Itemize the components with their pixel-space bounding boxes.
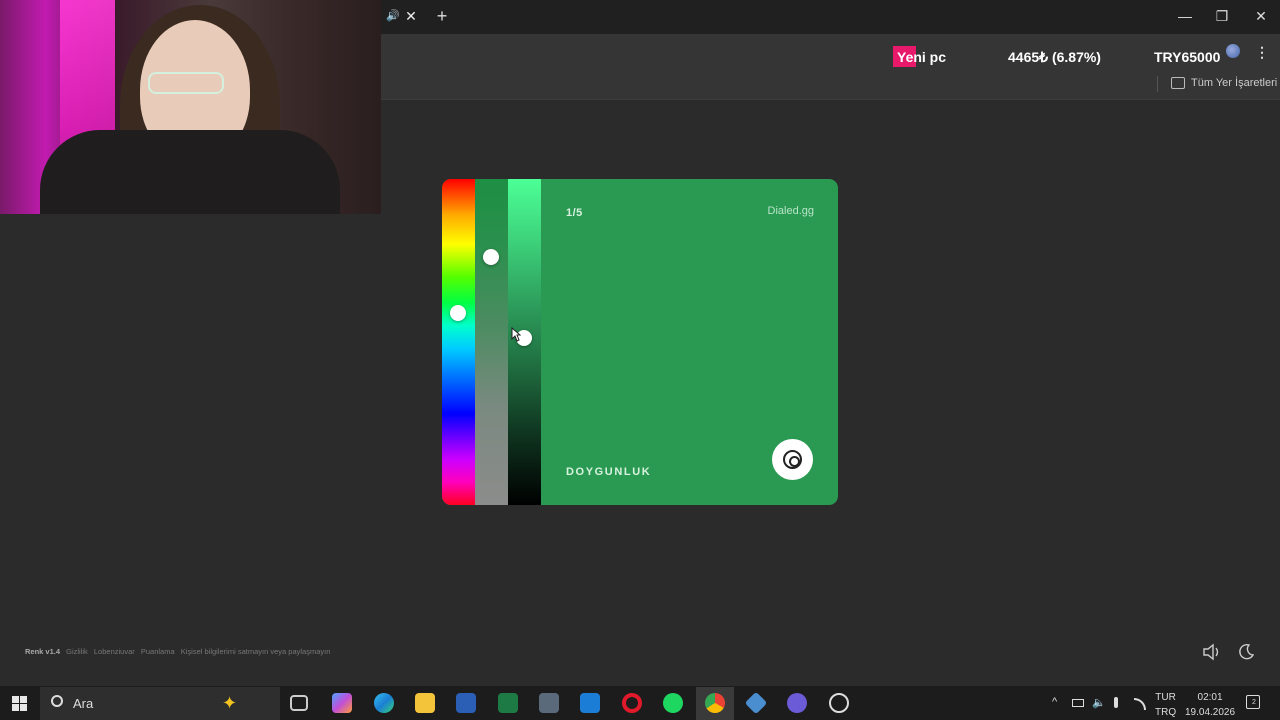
copilot-icon[interactable]: [332, 693, 352, 713]
footer-link[interactable]: Puanlama: [141, 647, 175, 656]
footer-link[interactable]: Lobenziuvar: [94, 647, 135, 656]
opera-icon[interactable]: [622, 693, 642, 713]
goal-label: Yeni pc: [897, 49, 947, 65]
tray-chevron-icon[interactable]: ^: [1052, 696, 1057, 708]
round-counter: 1/5: [566, 207, 583, 219]
search-icon: [51, 695, 63, 707]
word-icon[interactable]: [456, 693, 476, 713]
folder-icon[interactable]: [1171, 77, 1185, 89]
bookmarks-bar: [381, 67, 1280, 100]
spotify-icon[interactable]: [663, 693, 683, 713]
goal-target: TRY65000: [1154, 49, 1221, 65]
hue-knob[interactable]: [450, 305, 466, 321]
minimize-button[interactable]: —: [1175, 8, 1195, 26]
language-indicator[interactable]: TUR TRQ: [1155, 690, 1176, 720]
battery-icon[interactable]: [1072, 699, 1084, 707]
file-explorer-icon[interactable]: [415, 693, 435, 713]
version-label: Renk v1.4: [25, 647, 61, 656]
browser-menu-icon[interactable]: ⋮: [1255, 44, 1269, 62]
obs-icon[interactable]: [829, 693, 849, 713]
close-window-button[interactable]: ✕: [1251, 8, 1271, 26]
calculator-icon[interactable]: [539, 693, 559, 713]
saturation-knob[interactable]: [483, 249, 499, 265]
footer-link[interactable]: Kişisel bilgilerimi satmayın veya paylaş…: [181, 647, 331, 656]
footer-link[interactable]: Gizlilik: [66, 647, 88, 656]
sound-toggle-icon[interactable]: [1202, 643, 1222, 661]
tab-strip: [381, 0, 1280, 34]
mouse-cursor-icon: [511, 327, 521, 342]
windows-start-icon[interactable]: [12, 696, 27, 711]
chrome-icon[interactable]: [705, 693, 725, 713]
globe-icon: [1226, 44, 1240, 58]
speaker-icon[interactable]: 🔊: [386, 9, 400, 23]
store-icon[interactable]: [580, 693, 600, 713]
dark-mode-toggle-icon[interactable]: [1237, 643, 1255, 661]
edge-icon[interactable]: [374, 693, 394, 713]
copilot-sparkle-icon[interactable]: ✦: [222, 693, 237, 714]
discord-icon[interactable]: [787, 693, 807, 713]
footer: Renk v1.4 Gizlilik Lobenziuvar Puanlama …: [25, 647, 334, 656]
browser-toolbar: [381, 34, 1280, 67]
new-tab-button[interactable]: +: [434, 6, 450, 26]
microphone-icon[interactable]: [1114, 697, 1118, 708]
brand-label: Dialed.gg: [767, 205, 814, 217]
saturation-slider[interactable]: [475, 179, 508, 505]
notification-icon[interactable]: 2: [1246, 695, 1260, 709]
color-card: 1/5 Dialed.gg DOYGUNLUK: [442, 179, 838, 505]
all-bookmarks-link[interactable]: Tüm Yer İşaretleri: [1191, 77, 1277, 89]
webcam-feed: [0, 0, 381, 214]
excel-icon[interactable]: [498, 693, 518, 713]
glasses: [148, 72, 224, 94]
hoodie: [40, 130, 340, 214]
task-view-icon[interactable]: [290, 695, 308, 711]
clock[interactable]: 02:01 19.04.2026: [1185, 690, 1235, 720]
volume-icon[interactable]: 🔈: [1092, 696, 1106, 709]
submit-button[interactable]: [772, 439, 813, 480]
close-tab-icon[interactable]: ✕: [404, 8, 418, 24]
search-placeholder[interactable]: Ara: [73, 696, 93, 711]
restore-button[interactable]: ❐: [1212, 8, 1232, 26]
target-icon: [783, 450, 802, 469]
hue-slider[interactable]: [442, 179, 475, 505]
mode-label: DOYGUNLUK: [566, 466, 652, 478]
bookmarks-separator: [1157, 76, 1158, 92]
goal-amount: 4465₺ (6.87%): [1008, 49, 1101, 65]
